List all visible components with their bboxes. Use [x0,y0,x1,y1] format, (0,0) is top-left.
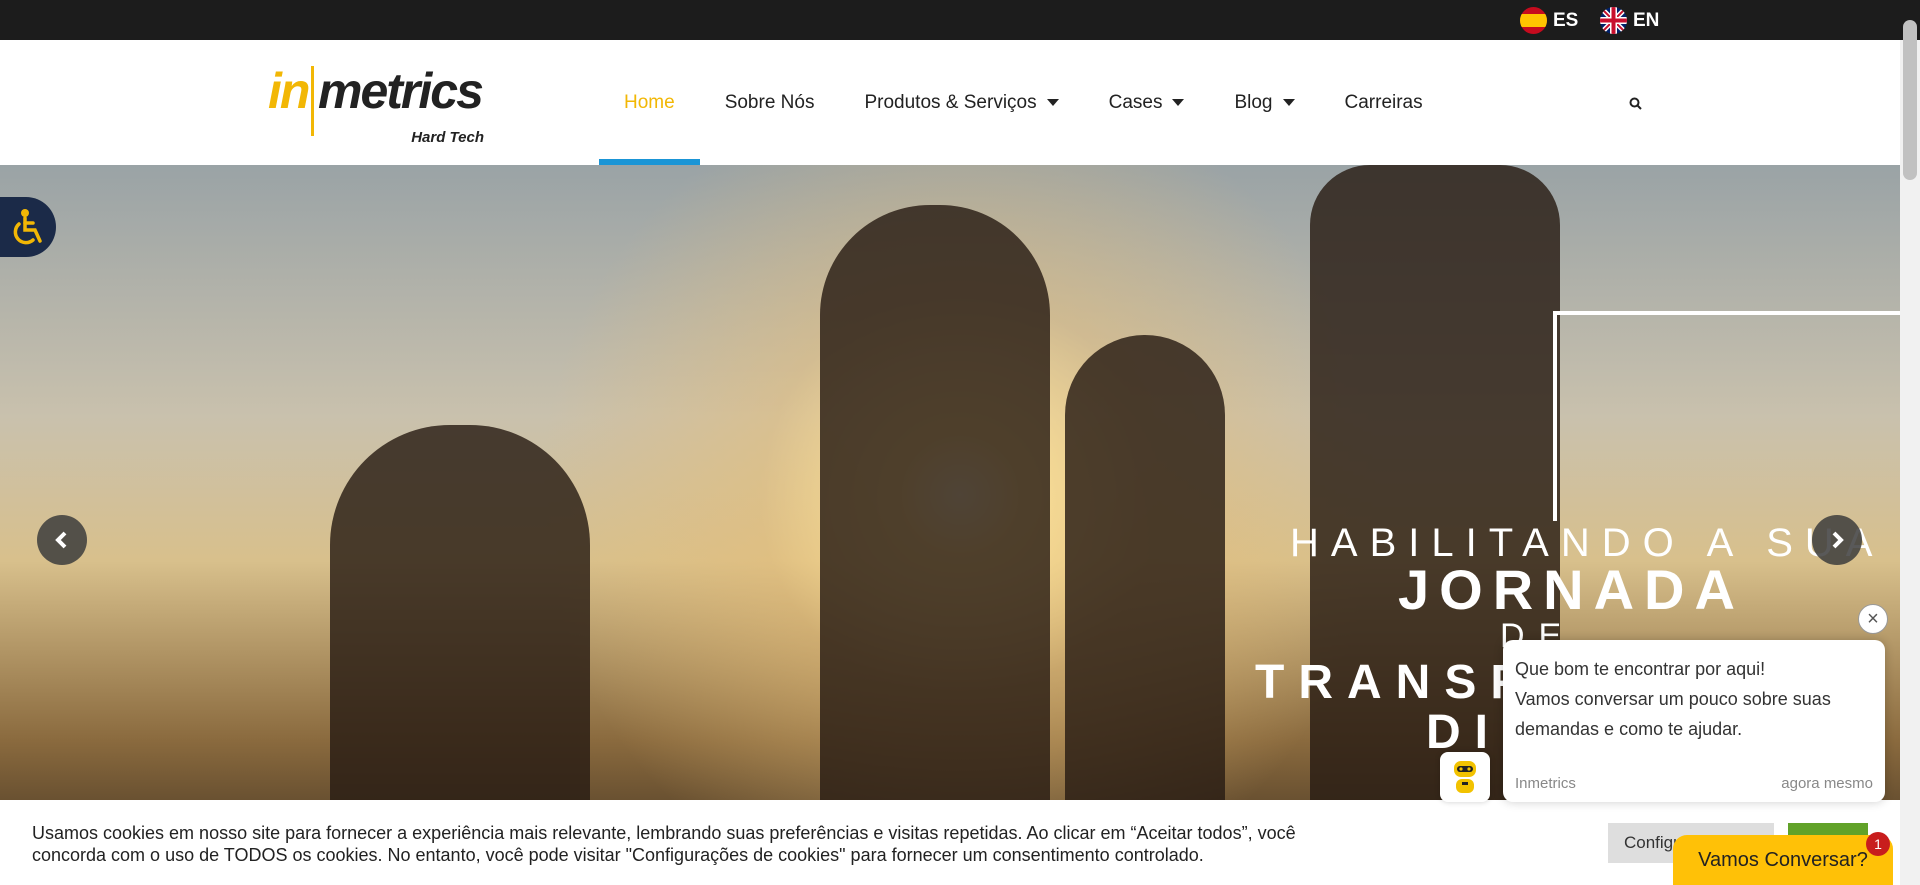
hero-frame-vertical [1553,311,1557,521]
slider-next-button[interactable] [1812,515,1862,565]
scrollbar-thumb[interactable] [1903,20,1917,180]
hero-frame-horizontal [1553,311,1900,315]
nav-home[interactable]: Home [599,40,700,165]
chat-close-button[interactable]: × [1858,604,1888,634]
logo-tagline: Hard Tech [411,129,484,146]
caret-down-icon [1046,99,1059,106]
hero-title-line4: TRANSF [1255,656,1534,709]
nav-produtos-servicos-label: Produtos & Serviços [864,91,1037,113]
nav-carreiras-label: Carreiras [1344,91,1423,113]
cookie-text: Usamos cookies em nosso site para fornec… [32,822,1332,866]
logo-bar [311,66,314,136]
chat-message-line1: Que bom te encontrar por aqui! [1515,659,1766,679]
inmetrics-logo[interactable]: in metrics Hard Tech [268,62,484,146]
caret-down-icon [1172,99,1185,106]
nav-home-label: Home [624,91,675,113]
language-en-label: EN [1633,9,1660,31]
site-header: in metrics Hard Tech Home Sobre Nós Prod… [0,40,1900,165]
hero-person-2 [820,205,1050,885]
chevron-right-icon [1832,531,1844,549]
nav-cases[interactable]: Cases [1084,40,1210,165]
nav-carreiras[interactable]: Carreiras [1320,40,1448,165]
logo-in: in [268,63,310,119]
chat-footer: Inmetrics agora mesmo [1515,775,1873,792]
nav-blog-label: Blog [1234,91,1273,113]
slider-prev-button[interactable] [37,515,87,565]
robot-icon [1454,761,1476,793]
chat-popup[interactable]: Que bom te encontrar por aqui! Vamos con… [1503,640,1885,802]
nav-sobre-nos[interactable]: Sobre Nós [700,40,840,165]
chat-message: Que bom te encontrar por aqui! Vamos con… [1515,654,1873,744]
hero-title-line2: JORNADA [1398,558,1745,621]
language-bar: ES EN [0,0,1920,40]
chat-notification-badge: 1 [1866,832,1890,856]
nav-produtos-servicos[interactable]: Produtos & Serviços [839,40,1083,165]
language-en[interactable]: EN [1600,7,1659,34]
language-es-label: ES [1553,9,1579,31]
caret-down-icon [1282,99,1295,106]
cookie-text-line1: Usamos cookies em nosso site para fornec… [32,823,1296,843]
chat-sender: Inmetrics [1515,775,1576,792]
logo-metrics: metrics [318,63,484,119]
flag-spain-icon [1520,7,1547,34]
language-es[interactable]: ES [1520,7,1578,34]
nav-sobre-nos-label: Sobre Nós [724,91,815,113]
chat-time: agora mesmo [1781,775,1873,792]
search-icon[interactable] [1628,96,1644,112]
chat-message-line2: Vamos conversar um pouco sobre suas [1515,689,1831,709]
nav-blog[interactable]: Blog [1209,40,1319,165]
chat-bot-avatar [1440,752,1490,802]
chevron-left-icon [55,531,67,549]
accessibility-icon [13,209,42,245]
nav-cases-label: Cases [1108,91,1163,113]
close-icon: × [1867,607,1879,630]
chat-message-line3: demandas e como te ajudar. [1515,719,1743,739]
chat-open-button[interactable]: Vamos Conversar? [1673,835,1893,885]
main-nav: Home Sobre Nós Produtos & Serviços Cases… [599,40,1448,165]
flag-uk-icon [1600,7,1627,34]
cookie-text-line2: concorda com o uso de TODOS os cookies. … [32,845,1204,865]
